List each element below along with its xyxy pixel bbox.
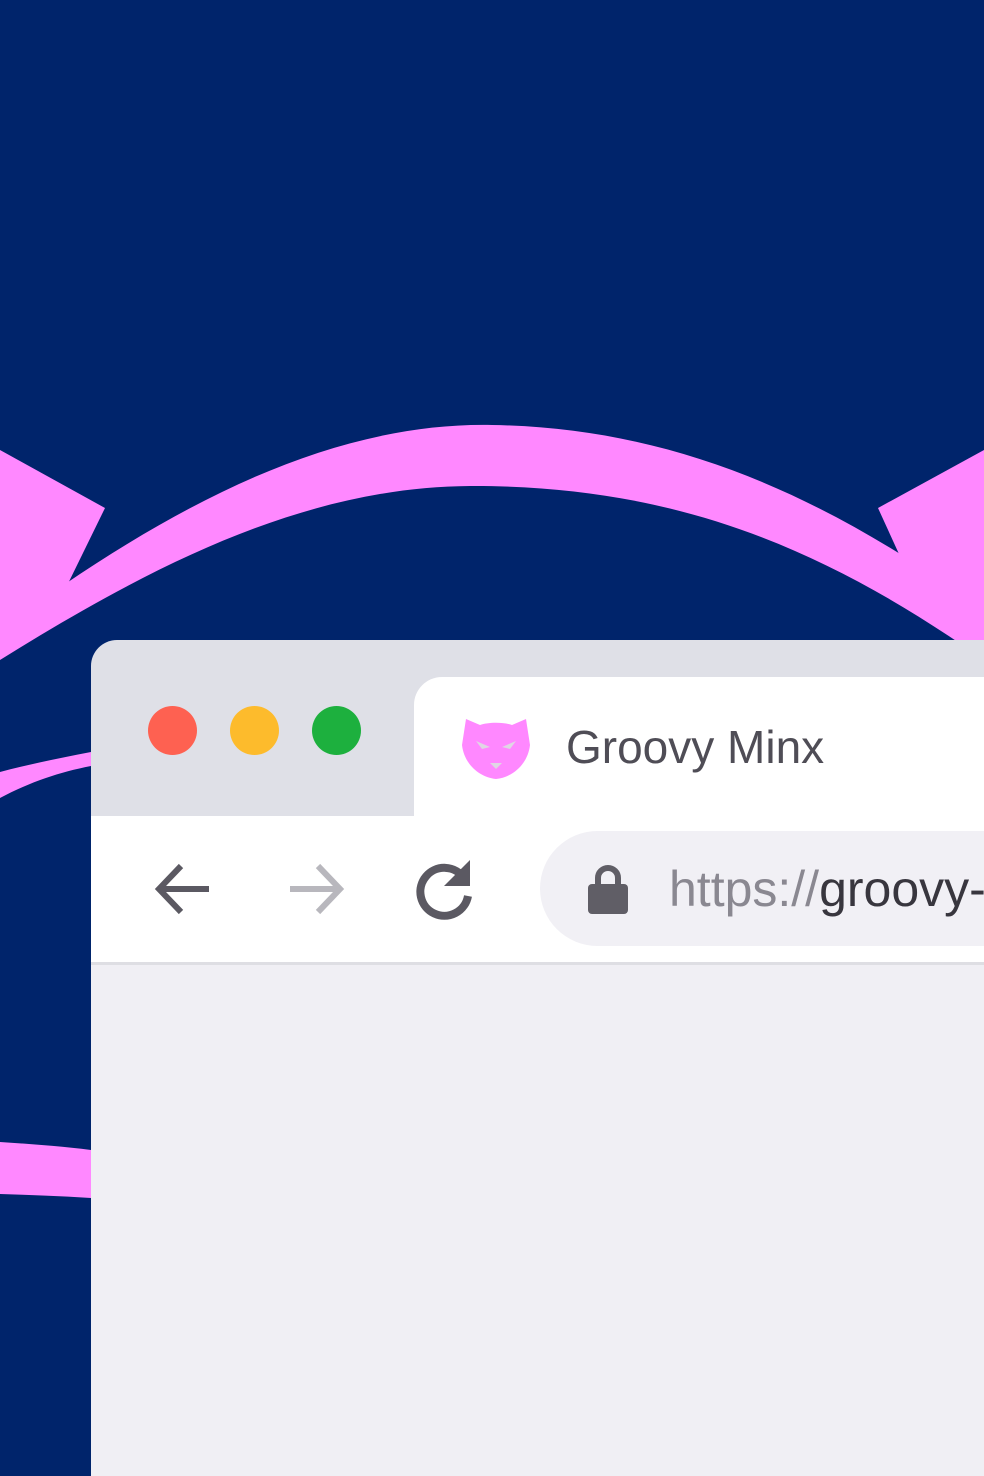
browser-window: Groovy Minx https://groovy-: [91, 640, 984, 1476]
active-tab[interactable]: Groovy Minx: [414, 677, 984, 827]
groovy-minx-cat-icon: [462, 719, 530, 779]
arrow-left-icon[interactable]: [151, 856, 217, 922]
minimize-window-button[interactable]: [230, 706, 279, 755]
reload-icon[interactable]: [412, 856, 478, 922]
navigation-toolbar: https://groovy-: [91, 816, 984, 965]
close-window-button[interactable]: [148, 706, 197, 755]
cat-head-arc: [0, 424, 984, 660]
lock-icon: [588, 865, 628, 914]
whisker-upper: [0, 752, 91, 798]
address-bar[interactable]: https://groovy-: [540, 831, 984, 946]
whisker-lower: [0, 1142, 91, 1198]
page-content-area: [91, 965, 984, 1476]
url-host: groovy-: [819, 861, 984, 917]
arrow-right-icon[interactable]: [282, 856, 348, 922]
url-text[interactable]: https://groovy-: [669, 858, 984, 920]
maximize-window-button[interactable]: [312, 706, 361, 755]
url-scheme: https://: [669, 861, 820, 917]
tab-title: Groovy Minx: [566, 721, 825, 773]
